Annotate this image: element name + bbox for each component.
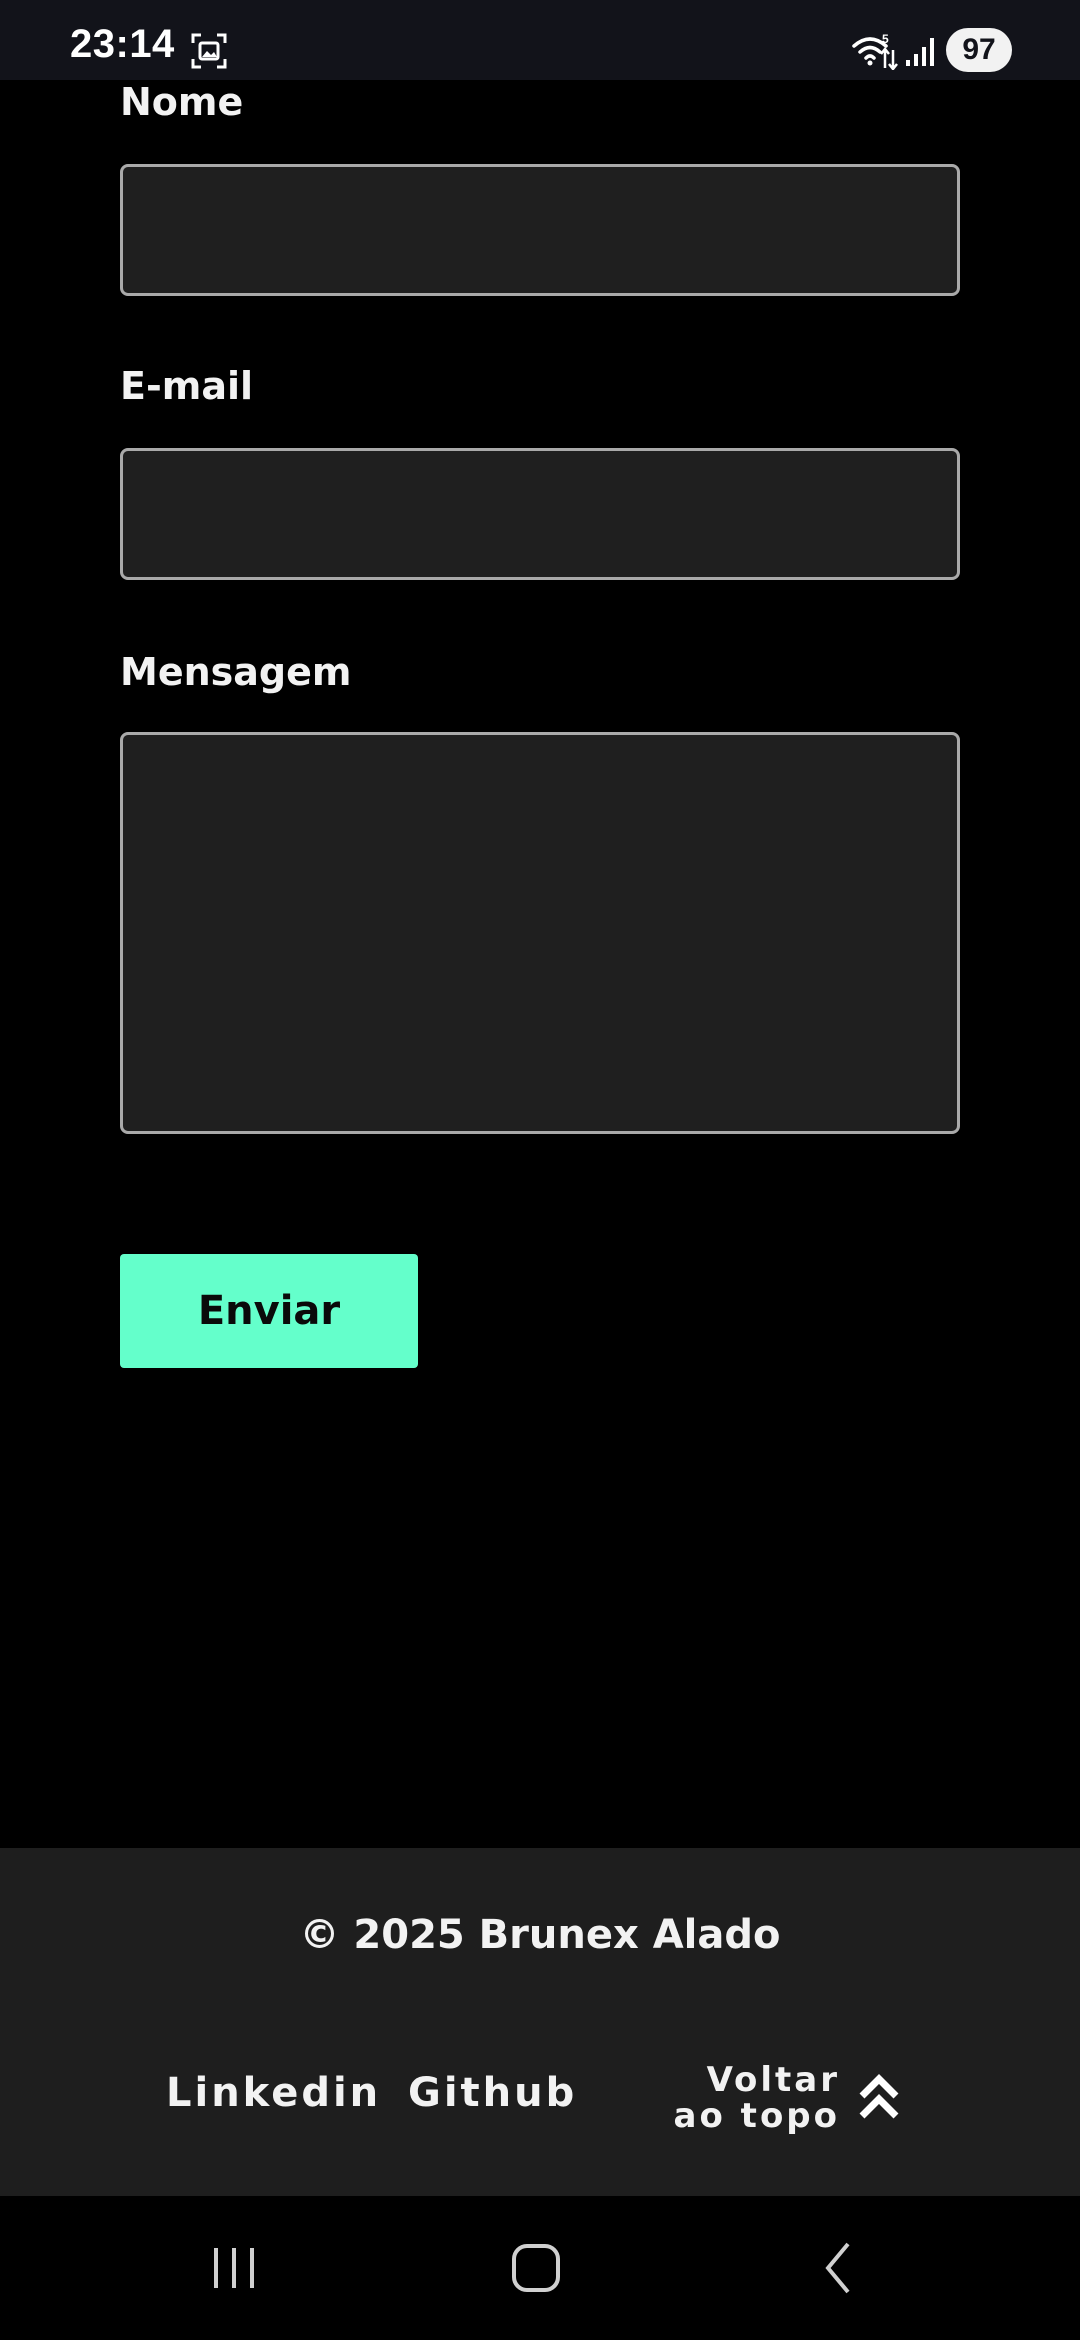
- name-input[interactable]: [120, 164, 960, 296]
- copyright-text: © 2025 Brunex Alado: [299, 1912, 781, 1958]
- back-to-top-line1: Voltar: [706, 2060, 840, 2100]
- status-bar: 23:14 5 97: [0, 0, 1080, 80]
- home-icon[interactable]: [504, 2236, 568, 2300]
- svg-text:5: 5: [882, 32, 889, 46]
- submit-button[interactable]: Enviar: [120, 1254, 418, 1368]
- system-nav-bar: [0, 2196, 1080, 2340]
- email-label: E-mail: [120, 364, 254, 408]
- status-time: 23:14: [70, 22, 175, 66]
- back-icon[interactable]: [808, 2236, 872, 2300]
- screen-record-icon: [191, 33, 227, 69]
- back-to-top-link[interactable]: Voltar ao topo: [674, 2062, 910, 2142]
- email-input[interactable]: [120, 448, 960, 580]
- chevrons-up-icon: [859, 2074, 899, 2119]
- message-textarea[interactable]: [120, 732, 960, 1134]
- back-to-top-line2: ao topo: [673, 2096, 840, 2136]
- name-label: Nome: [120, 80, 244, 124]
- signal-icon: [906, 38, 934, 66]
- back-to-top-label: Voltar ao topo: [674, 2062, 840, 2134]
- message-label: Mensagem: [120, 650, 352, 694]
- footer: © 2025 Brunex Alado Linkedin Github Volt…: [0, 1848, 1080, 2196]
- recent-apps-icon[interactable]: [202, 2236, 266, 2300]
- battery-level-badge: 97: [946, 28, 1012, 72]
- linkedin-link[interactable]: Linkedin: [166, 2070, 381, 2116]
- github-link[interactable]: Github: [408, 2070, 577, 2116]
- wifi-icon: 5: [852, 32, 898, 70]
